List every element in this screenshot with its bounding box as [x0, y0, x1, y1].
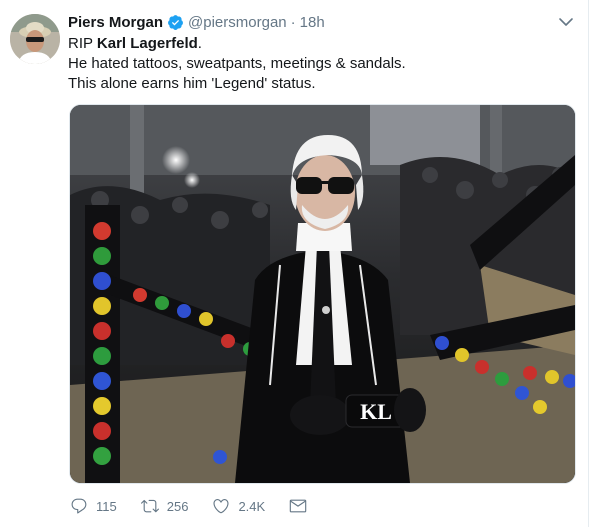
- tweet-text-line-2: He hated tattoos, sweatpants, meetings &…: [68, 55, 406, 72]
- tweet-actions: 115 256 2.4K: [70, 494, 339, 518]
- reply-count: 115: [96, 498, 117, 514]
- author-name[interactable]: Piers Morgan: [68, 14, 163, 31]
- like-button[interactable]: 2.4K: [212, 497, 265, 515]
- retweet-icon: [140, 499, 159, 513]
- direct-message-icon: [289, 499, 307, 513]
- chevron-down-icon[interactable]: [556, 14, 576, 30]
- tweet-text-line-3: This alone earns him 'Legend' status.: [68, 75, 316, 92]
- mention-name: Karl Lagerfeld: [96, 35, 198, 52]
- bag-monogram: KL: [360, 399, 392, 424]
- avatar[interactable]: [10, 14, 60, 64]
- reply-icon: [71, 498, 87, 514]
- retweet-button[interactable]: 256: [140, 497, 189, 515]
- timestamp[interactable]: 18h: [300, 14, 325, 31]
- avatar-image: [10, 14, 60, 64]
- author-handle[interactable]: @piersmorgan: [188, 14, 287, 31]
- retweet-count: 256: [166, 498, 189, 514]
- direct-message-button[interactable]: [289, 497, 315, 515]
- text-prefix: RIP: [68, 35, 97, 52]
- tweet[interactable]: Piers Morgan @piersmorgan · 18h RIP Karl…: [0, 0, 589, 527]
- tweet-text-line-1: RIP Karl Lagerfeld.: [68, 34, 568, 54]
- verified-badge-icon: [167, 14, 184, 31]
- like-icon: [213, 499, 229, 514]
- reply-button[interactable]: 115: [70, 497, 117, 515]
- tweet-text: RIP Karl Lagerfeld. He hated tattoos, sw…: [68, 34, 568, 94]
- photo-image: KL: [70, 105, 575, 483]
- separator-dot: ·: [290, 13, 296, 31]
- text-suffix: .: [197, 35, 202, 52]
- tweet-header: Piers Morgan @piersmorgan · 18h: [68, 11, 325, 33]
- tweet-photo[interactable]: KL: [69, 104, 576, 484]
- like-count: 2.4K: [238, 498, 266, 514]
